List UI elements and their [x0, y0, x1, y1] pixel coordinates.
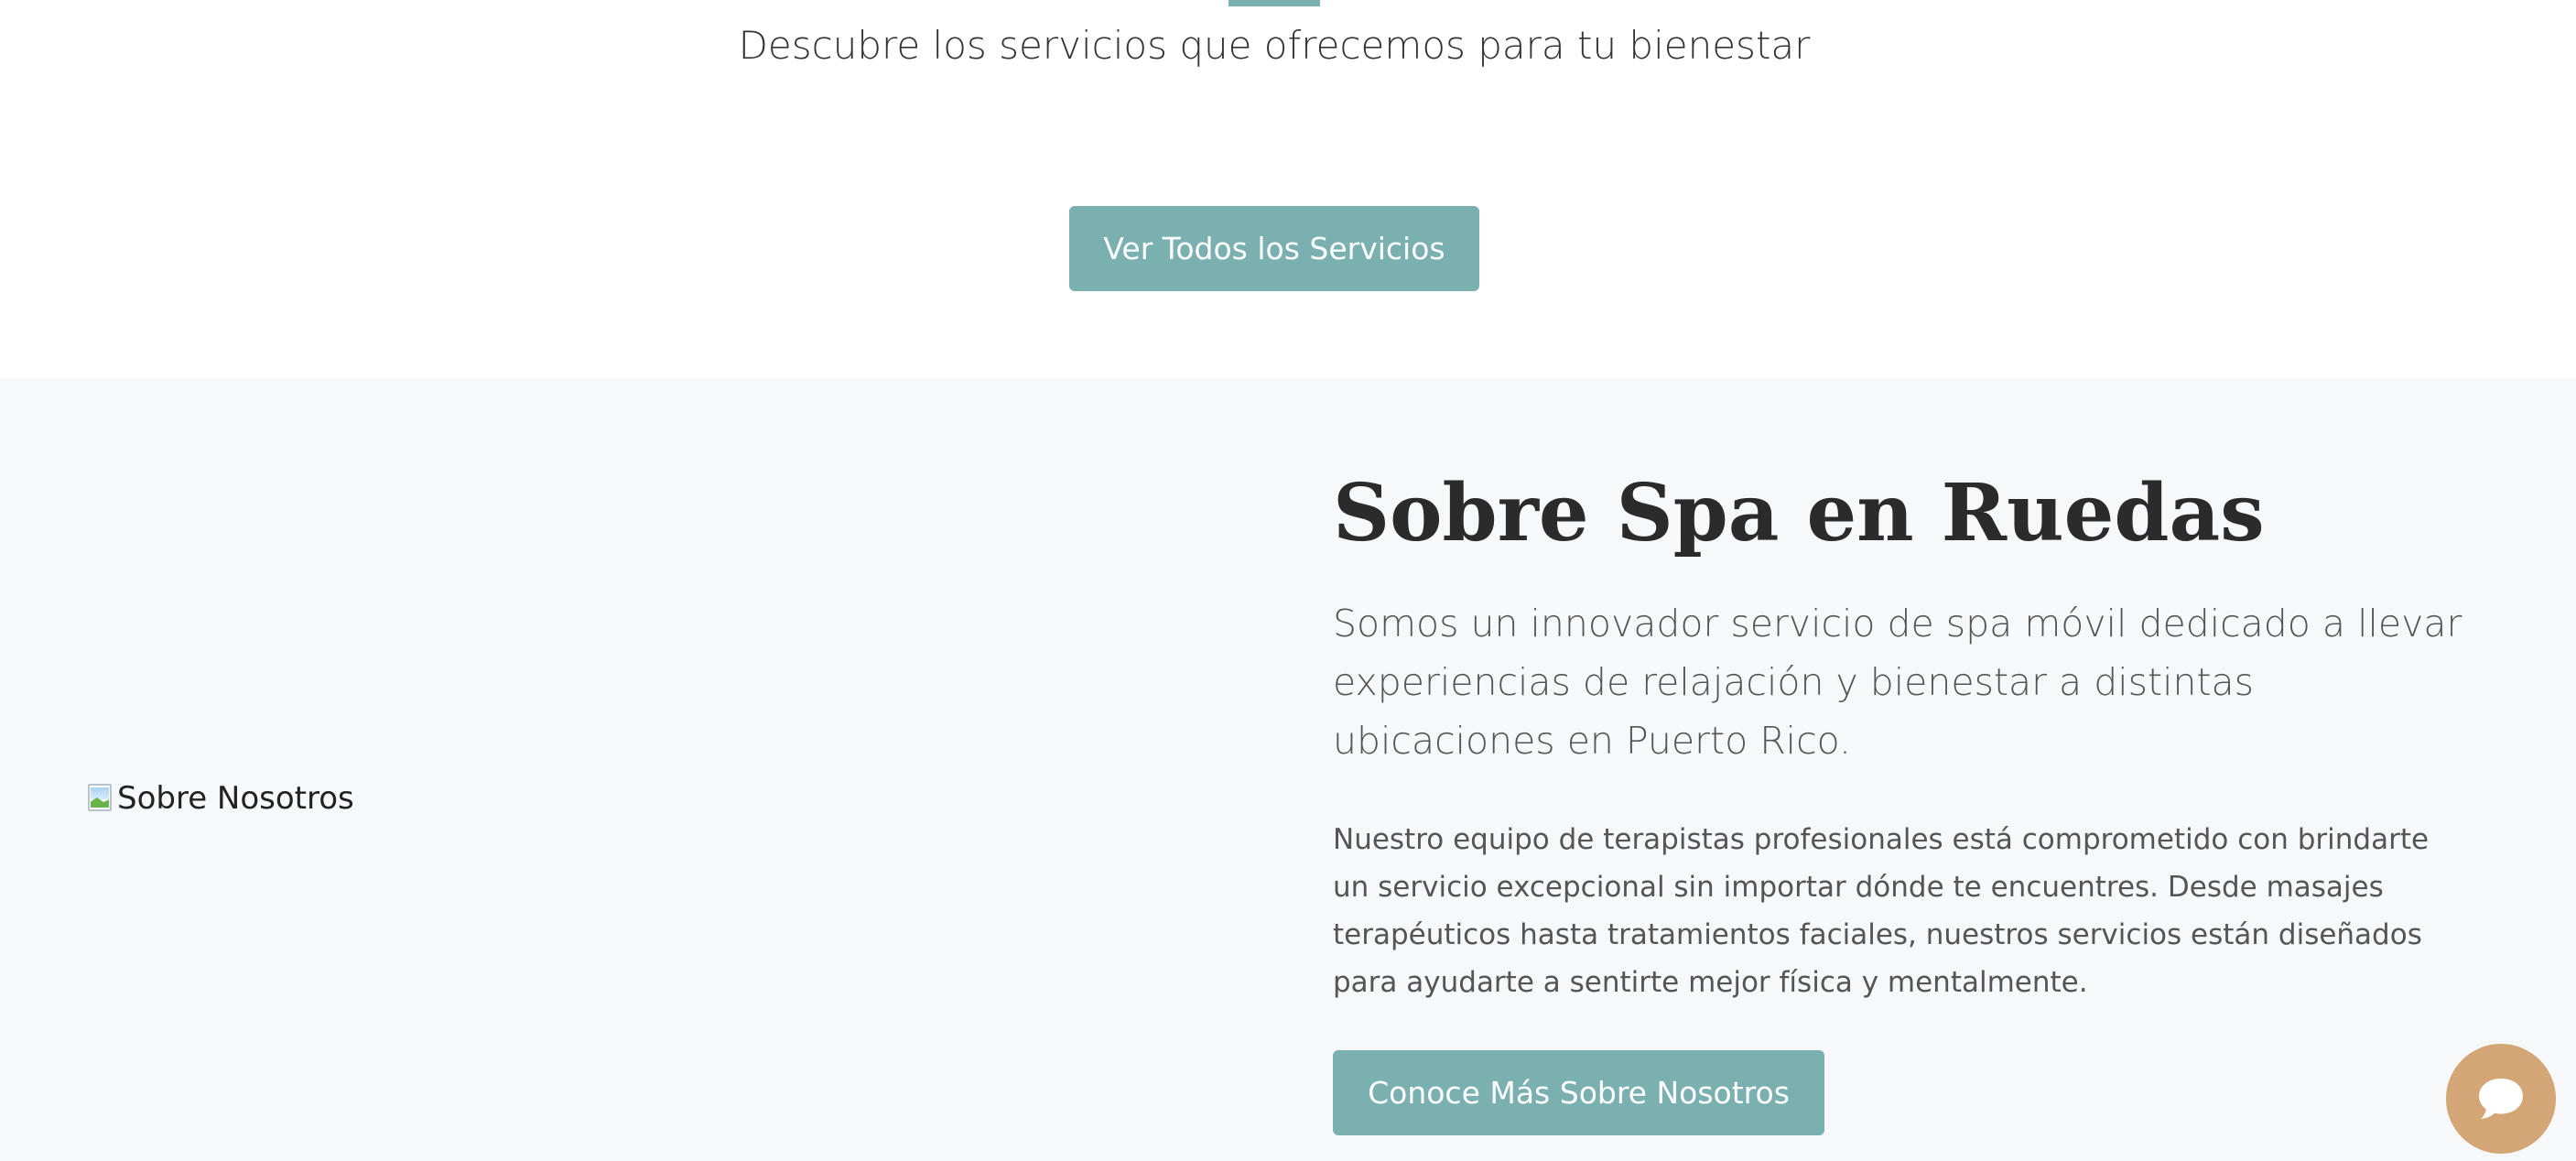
about-title: Sobre Spa en Ruedas: [1333, 467, 2265, 559]
broken-image-icon: [86, 782, 115, 815]
about-image: Sobre Nosotros: [86, 777, 354, 819]
about-body-text: Nuestro equipo de terapistas profesional…: [1333, 823, 2430, 999]
about-section: Sobre Nosotros Sobre Spa en Ruedas Somos…: [0, 378, 2576, 1161]
about-lead-text: Somos un innovador servicio de spa móvil…: [1333, 602, 2462, 763]
learn-more-about-button[interactable]: Conoce Más Sobre Nosotros: [1333, 1050, 1824, 1135]
chat-bubble-icon: [2479, 1079, 2523, 1119]
chat-button[interactable]: [2446, 1044, 2556, 1154]
view-all-services-button[interactable]: Ver Todos los Servicios: [1069, 206, 1479, 291]
about-image-alt-text: Sobre Nosotros: [117, 780, 354, 817]
services-subtitle: Descubre los servicios que ofrecemos par…: [738, 23, 1811, 68]
services-section: Descubre los servicios que ofrecemos par…: [0, 0, 2576, 378]
section-accent-line: [1228, 0, 1320, 6]
